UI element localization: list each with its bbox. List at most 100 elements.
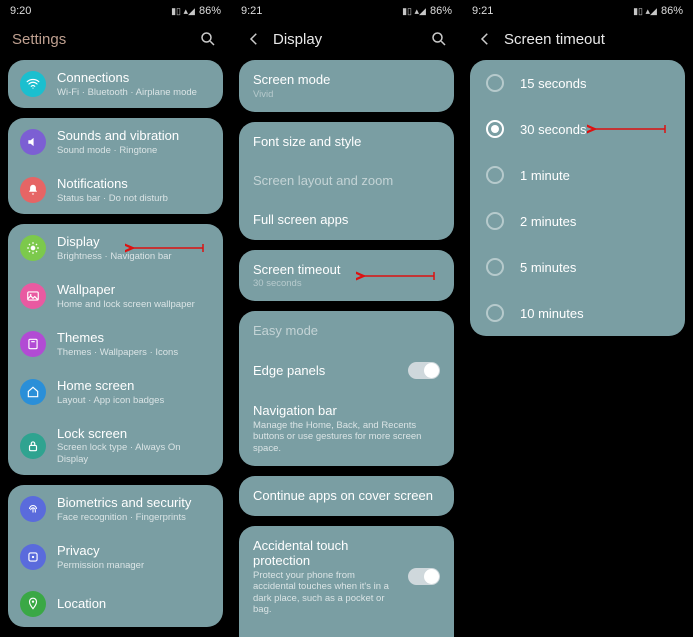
page-title: Settings [12,31,197,48]
timeout-option-10-minutes[interactable]: 10 minutes [470,290,685,336]
row-title: Sounds and vibration [57,128,211,144]
row-subtitle: Home and lock screen wallpaper [57,299,211,310]
radio-label: 1 minute [520,168,570,183]
radio-label: 5 minutes [520,260,576,275]
radio-button[interactable] [486,166,504,184]
radio-label: 15 seconds [520,76,587,91]
row-title: Screen mode [253,72,440,88]
status-bar: 9:20 ▮▯ ▴◢ 86% [0,0,231,20]
display-row-touch-sensitivity[interactable]: Touch sensitivity [239,627,454,637]
app-bar: Settings [0,20,231,60]
display-row-font-size-and-style[interactable]: Font size and style [239,122,454,162]
radio-button[interactable] [486,120,504,138]
settings-row-connections[interactable]: ConnectionsWi-Fi · Bluetooth · Airplane … [8,60,223,108]
timeout-option-5-minutes[interactable]: 5 minutes [470,244,685,290]
settings-row-themes[interactable]: ThemesThemes · Wallpapers · Icons [8,320,223,368]
pin-icon [20,591,46,617]
radio-button[interactable] [486,304,504,322]
display-row-navigation-bar[interactable]: Navigation barManage the Home, Back, and… [239,391,454,466]
display-row-screen-mode[interactable]: Screen modeVivid [239,60,454,112]
settings-group: ConnectionsWi-Fi · Bluetooth · Airplane … [8,60,223,108]
display-row-accidental-touch-protection[interactable]: Accidental touch protectionProtect your … [239,526,454,628]
row-title: Continue apps on cover screen [253,488,440,504]
timeout-screen: 9:21 ▮▯ ▴◢ 86% Screen timeout 15 seconds… [462,0,693,637]
row-subtitle: Manage the Home, Back, and Recents butto… [253,420,440,454]
timeout-list[interactable]: 15 seconds 30 seconds 1 minute 2 minutes 5 m… [462,60,693,637]
back-button[interactable] [243,28,265,50]
row-text: Easy mode [253,323,440,338]
row-text: Screen timeout30 seconds [253,262,440,290]
row-text: Screen modeVivid [253,72,440,100]
status-time: 9:21 [241,5,262,17]
row-subtitle: Wi-Fi · Bluetooth · Airplane mode [57,87,211,98]
status-bar: 9:21 ▮▯ ▴◢ 86% [231,0,462,20]
row-title: Edge panels [253,363,397,379]
display-group: Screen modeVivid [239,60,454,112]
radio-button[interactable] [486,212,504,230]
app-bar: Screen timeout [462,20,693,60]
row-title: Home screen [57,378,211,394]
timeout-option-2-minutes[interactable]: 2 minutes [470,198,685,244]
settings-row-location[interactable]: Location [8,581,223,627]
row-text: Font size and style [253,134,440,150]
settings-row-display[interactable]: DisplayBrightness · Navigation bar [8,224,223,272]
signal-icon: ▮▯ ▴◢ [633,6,657,17]
row-subtitle: Face recognition · Fingerprints [57,512,211,523]
display-screen: 9:21 ▮▯ ▴◢ 86% Display Screen modeVivid F… [231,0,462,637]
settings-row-notifications[interactable]: NotificationsStatus bar · Do not disturb [8,166,223,214]
timeout-option-30-seconds[interactable]: 30 seconds [470,106,685,152]
settings-group: Sounds and vibrationSound mode · Rington… [8,118,223,214]
display-group: Screen timeout30 seconds [239,250,454,302]
settings-list[interactable]: ConnectionsWi-Fi · Bluetooth · Airplane … [0,60,231,637]
row-title: Navigation bar [253,403,440,419]
display-row-easy-mode[interactable]: Easy mode [239,311,454,350]
settings-row-biometrics-and-security[interactable]: Biometrics and securityFace recognition … [8,485,223,533]
row-text: Full screen apps [253,212,440,228]
row-subtitle: Status bar · Do not disturb [57,193,211,204]
search-button[interactable] [197,28,219,50]
radio-button[interactable] [486,258,504,276]
row-title: Font size and style [253,134,440,150]
settings-row-home-screen[interactable]: Home screenLayout · App icon badges [8,368,223,416]
display-list[interactable]: Screen modeVivid Font size and style Scree… [231,60,462,637]
settings-screen: 9:20 ▮▯ ▴◢ 86% Settings ConnectionsWi-Fi… [0,0,231,637]
row-text: Accidental touch protectionProtect your … [253,538,397,616]
sun-icon [20,235,46,261]
lock-icon [20,433,46,459]
timeout-option-1-minute[interactable]: 1 minute [470,152,685,198]
toggle-switch[interactable] [408,568,440,585]
radio-button[interactable] [486,74,504,92]
display-row-full-screen-apps[interactable]: Full screen apps [239,200,454,240]
toggle-switch[interactable] [408,362,440,379]
row-text: Continue apps on cover screen [253,488,440,504]
page-title: Screen timeout [504,31,681,48]
row-title: Notifications [57,176,211,192]
display-row-edge-panels[interactable]: Edge panels [239,350,454,391]
display-row-screen-timeout[interactable]: Screen timeout30 seconds [239,250,454,302]
row-text: ConnectionsWi-Fi · Bluetooth · Airplane … [57,70,211,98]
display-group: Font size and style Screen layout and zoo… [239,122,454,240]
radio-label: 30 seconds [520,122,587,137]
settings-row-lock-screen[interactable]: Lock screenScreen lock type · Always On … [8,416,223,475]
settings-group: DisplayBrightness · Navigation barWallpa… [8,224,223,475]
row-text: Edge panels [253,363,397,379]
timeout-options: 15 seconds 30 seconds 1 minute 2 minutes 5 m… [470,60,685,336]
back-button[interactable] [474,28,496,50]
timeout-option-15-seconds[interactable]: 15 seconds [470,60,685,106]
row-text: Biometrics and securityFace recognition … [57,495,211,523]
row-text: ThemesThemes · Wallpapers · Icons [57,330,211,358]
settings-row-sounds-and-vibration[interactable]: Sounds and vibrationSound mode · Rington… [8,118,223,166]
display-group: Continue apps on cover screen [239,476,454,516]
settings-row-privacy[interactable]: PrivacyPermission manager [8,533,223,581]
display-row-screen-layout-and-zoom[interactable]: Screen layout and zoom [239,161,454,200]
app-bar: Display [231,20,462,60]
image-icon [20,283,46,309]
row-subtitle: 30 seconds [253,278,440,289]
row-subtitle: Layout · App icon badges [57,395,211,406]
home-icon [20,379,46,405]
display-row-continue-apps-on-cover-screen[interactable]: Continue apps on cover screen [239,476,454,516]
wifi-icon [20,71,46,97]
settings-row-wallpaper[interactable]: WallpaperHome and lock screen wallpaper [8,272,223,320]
search-button[interactable] [428,28,450,50]
theme-icon [20,331,46,357]
